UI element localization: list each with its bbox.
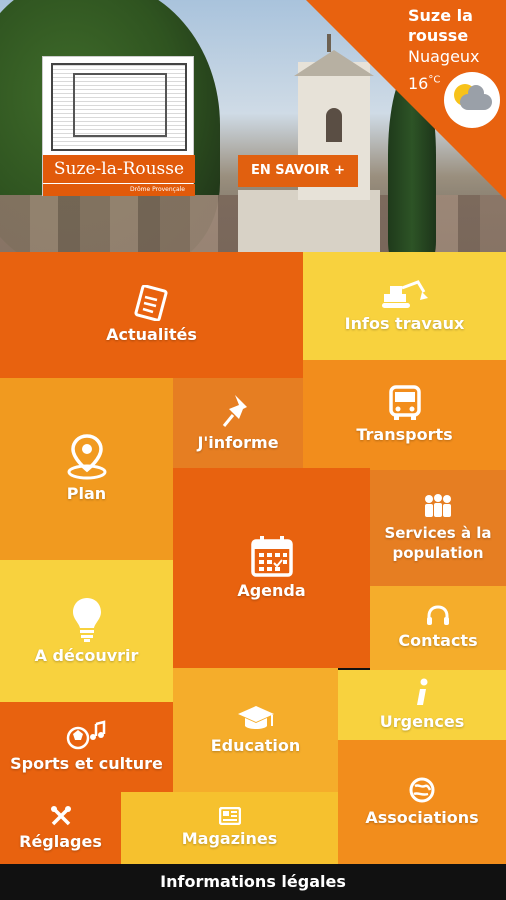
tile-label: Education [210, 736, 301, 755]
graduation-cap-icon [237, 706, 274, 729]
tower-roof [294, 50, 374, 76]
cypress-tree [388, 70, 436, 252]
excavator-icon [381, 280, 428, 308]
logo-name: Suze-la-Rousse [43, 155, 195, 183]
tile-label: J'informe [197, 433, 279, 452]
tile-j-informe[interactable]: J'informe [173, 378, 303, 468]
magazine-icon [218, 807, 241, 825]
informations-legales-link[interactable]: Informations légales [0, 864, 506, 900]
people-icon [425, 494, 451, 517]
tile-plan[interactable]: Plan [0, 378, 173, 560]
tile-infos-travaux[interactable]: Infos travaux [303, 252, 506, 360]
tile-agenda[interactable]: Agenda [173, 468, 370, 668]
header-banner: Suze-la-Rousse Drôme Provençale EN SAVOI… [0, 0, 506, 252]
tile-label: Contacts [398, 631, 478, 650]
tile-services[interactable]: Services à la population [370, 470, 506, 586]
tile-label: Plan [66, 484, 107, 503]
tile-reglages[interactable]: Réglages [0, 792, 121, 864]
tile-actualites[interactable]: Actualités [0, 252, 303, 378]
tile-label: A découvrir [34, 646, 139, 665]
tile-contacts[interactable]: Contacts [370, 586, 506, 670]
tile-label: Réglages [19, 832, 102, 851]
globe-icon [409, 777, 435, 803]
tower-cross [327, 34, 331, 52]
tile-sports-culture[interactable]: Sports et culture [0, 702, 173, 792]
castle-sketch [51, 63, 187, 151]
tile-education[interactable]: Education [173, 668, 338, 792]
tile-label: Urgences [379, 712, 465, 731]
tile-a-decouvrir[interactable]: A découvrir [0, 560, 173, 702]
map-pin-icon [67, 434, 106, 480]
tile-label: Magazines [181, 829, 278, 848]
info-icon [417, 678, 428, 705]
tools-icon [50, 806, 71, 826]
logo-subtext: Drôme Provençale [43, 184, 195, 196]
tile-transports[interactable]: Transports [303, 360, 506, 470]
en-savoir-button[interactable]: EN SAVOIR + [238, 155, 358, 187]
tile-label: Transports [356, 425, 453, 444]
tile-label: Services à la population [384, 524, 492, 562]
pushpin-icon [222, 395, 247, 427]
tile-label: Infos travaux [344, 314, 465, 333]
tile-label: Agenda [237, 581, 306, 600]
tile-magazines[interactable]: Magazines [121, 792, 338, 864]
tile-label: Associations [365, 808, 479, 827]
newspaper-icon [133, 285, 168, 321]
calendar-icon [250, 536, 293, 577]
ball-music-icon [66, 720, 105, 750]
tile-label: Actualités [106, 325, 197, 344]
tower-window [326, 108, 342, 142]
lightbulb-icon [72, 598, 101, 642]
bus-icon [388, 385, 421, 420]
tile-associations[interactable]: Associations [338, 740, 506, 864]
town-logo: Suze-la-Rousse Drôme Provençale [42, 56, 195, 196]
tile-label: Sports et culture [10, 754, 163, 773]
tile-urgences[interactable]: Urgences [338, 670, 506, 740]
headset-icon [427, 605, 449, 625]
